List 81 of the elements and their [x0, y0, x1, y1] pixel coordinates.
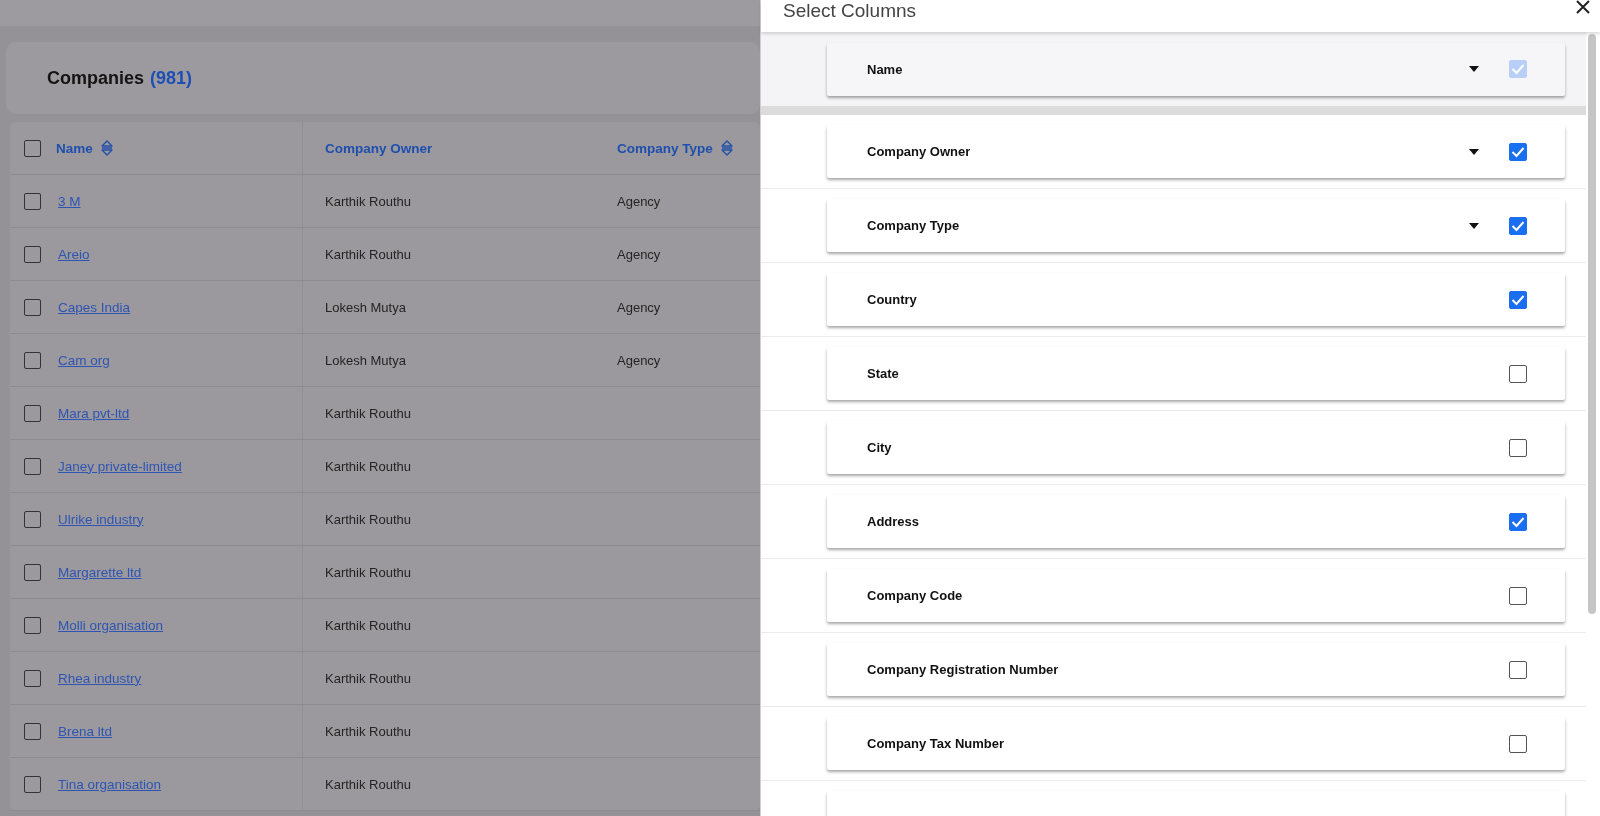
column-header[interactable]: Name	[56, 140, 113, 156]
company-link[interactable]: Brena ltd	[58, 723, 113, 739]
column-card[interactable]: Country	[827, 273, 1565, 326]
checkbox[interactable]	[1509, 512, 1527, 531]
table-cell: Karthik Routhu	[325, 193, 411, 209]
row-checkbox[interactable]	[23, 404, 41, 422]
caret-icon[interactable]	[1469, 148, 1479, 155]
table-cell: Lokesh Mutya	[325, 352, 406, 368]
checkbox[interactable]	[1509, 364, 1527, 383]
company-link[interactable]: Ulrike industry	[58, 511, 144, 527]
company-link[interactable]: 3 M	[58, 193, 81, 209]
column-card[interactable]: State	[827, 347, 1565, 400]
table-cell: Karthik Routhu	[325, 458, 411, 474]
table-cell: Karthik Routhu	[325, 405, 411, 421]
row-checkbox[interactable]	[23, 351, 41, 369]
sort-icon[interactable]	[100, 140, 113, 156]
checkbox[interactable]	[1509, 734, 1527, 753]
company-link[interactable]: Capes India	[58, 299, 131, 315]
column-label: Company Tax Number	[867, 736, 1005, 751]
table-cell: Karthik Routhu	[325, 670, 411, 686]
row-checkbox[interactable]	[23, 669, 41, 687]
table-cell: Lokesh Mutya	[325, 299, 406, 315]
column-card[interactable]: Company Owner	[827, 125, 1565, 178]
company-link[interactable]: Molli organisation	[58, 617, 164, 633]
checkbox[interactable]	[1509, 438, 1527, 457]
column-label: City	[867, 440, 893, 455]
page-title: Companies	[47, 67, 145, 89]
column-card[interactable]: Company Code	[827, 569, 1565, 622]
column-card[interactable]: City	[827, 421, 1565, 474]
company-link[interactable]: Mara pvt-ltd	[58, 405, 130, 421]
table-cell: Karthik Routhu	[325, 776, 411, 792]
record-count: (981)	[150, 67, 193, 89]
checkbox[interactable]	[1509, 142, 1527, 161]
column-label: Name	[867, 61, 904, 77]
column-card[interactable]: Address	[827, 495, 1565, 548]
column-label: Company Code	[867, 588, 964, 603]
column-label: Company Owner	[867, 144, 972, 159]
table-cell: Karthik Routhu	[325, 617, 411, 633]
column-label: Company Registration Number	[867, 662, 1060, 677]
row-checkbox[interactable]	[23, 775, 41, 793]
table-cell: Karthik Routhu	[325, 564, 411, 580]
column-header[interactable]: Company Owner	[325, 140, 433, 156]
table-cell: Agency	[617, 299, 661, 315]
table-cell: Agency	[617, 193, 661, 209]
panel-title: Select Columns	[783, 1, 917, 23]
column-label: Company Type	[867, 218, 961, 233]
row-checkbox[interactable]	[23, 457, 41, 475]
sort-icon[interactable]	[720, 140, 733, 156]
company-link[interactable]: Rhea industry	[58, 670, 142, 686]
column-header[interactable]: Company Type	[617, 140, 733, 156]
table-cell: Agency	[617, 352, 661, 368]
close-icon[interactable]	[1576, 0, 1590, 14]
table-cell: Karthik Routhu	[325, 511, 411, 527]
column-card[interactable]: Company Tax Number	[827, 717, 1565, 770]
row-checkbox[interactable]	[23, 298, 41, 316]
table-cell: Karthik Routhu	[325, 723, 411, 739]
row-checkbox[interactable]	[23, 722, 41, 740]
row-checkbox[interactable]	[23, 563, 41, 581]
company-link[interactable]: Cam org	[58, 352, 110, 368]
checkbox[interactable]	[1509, 216, 1527, 235]
checkbox[interactable]	[1509, 290, 1527, 309]
select-all-checkbox[interactable]	[23, 139, 41, 157]
table-cell: Karthik Routhu	[325, 246, 411, 262]
column-label: State	[867, 366, 900, 381]
row-checkbox[interactable]	[23, 616, 41, 634]
row-checkbox[interactable]	[23, 192, 41, 210]
row-checkbox[interactable]	[23, 510, 41, 528]
company-link[interactable]: Tina organisation	[58, 776, 162, 792]
scrollbar-thumb[interactable]	[1588, 34, 1596, 614]
column-label: Country	[867, 292, 918, 307]
caret-icon[interactable]	[1469, 222, 1479, 229]
company-link[interactable]: Margarette ltd	[58, 564, 142, 580]
table-cell: Agency	[617, 246, 661, 262]
checkbox[interactable]	[1509, 660, 1527, 679]
row-checkbox[interactable]	[23, 245, 41, 263]
column-card[interactable]: Company Type	[827, 199, 1565, 252]
column-label: Address	[867, 514, 921, 529]
company-link[interactable]: Janey private-limited	[58, 458, 182, 474]
checkbox[interactable]	[1509, 586, 1527, 605]
company-link[interactable]: Areio	[58, 246, 90, 262]
column-card[interactable]: Company Registration Number	[827, 643, 1565, 696]
